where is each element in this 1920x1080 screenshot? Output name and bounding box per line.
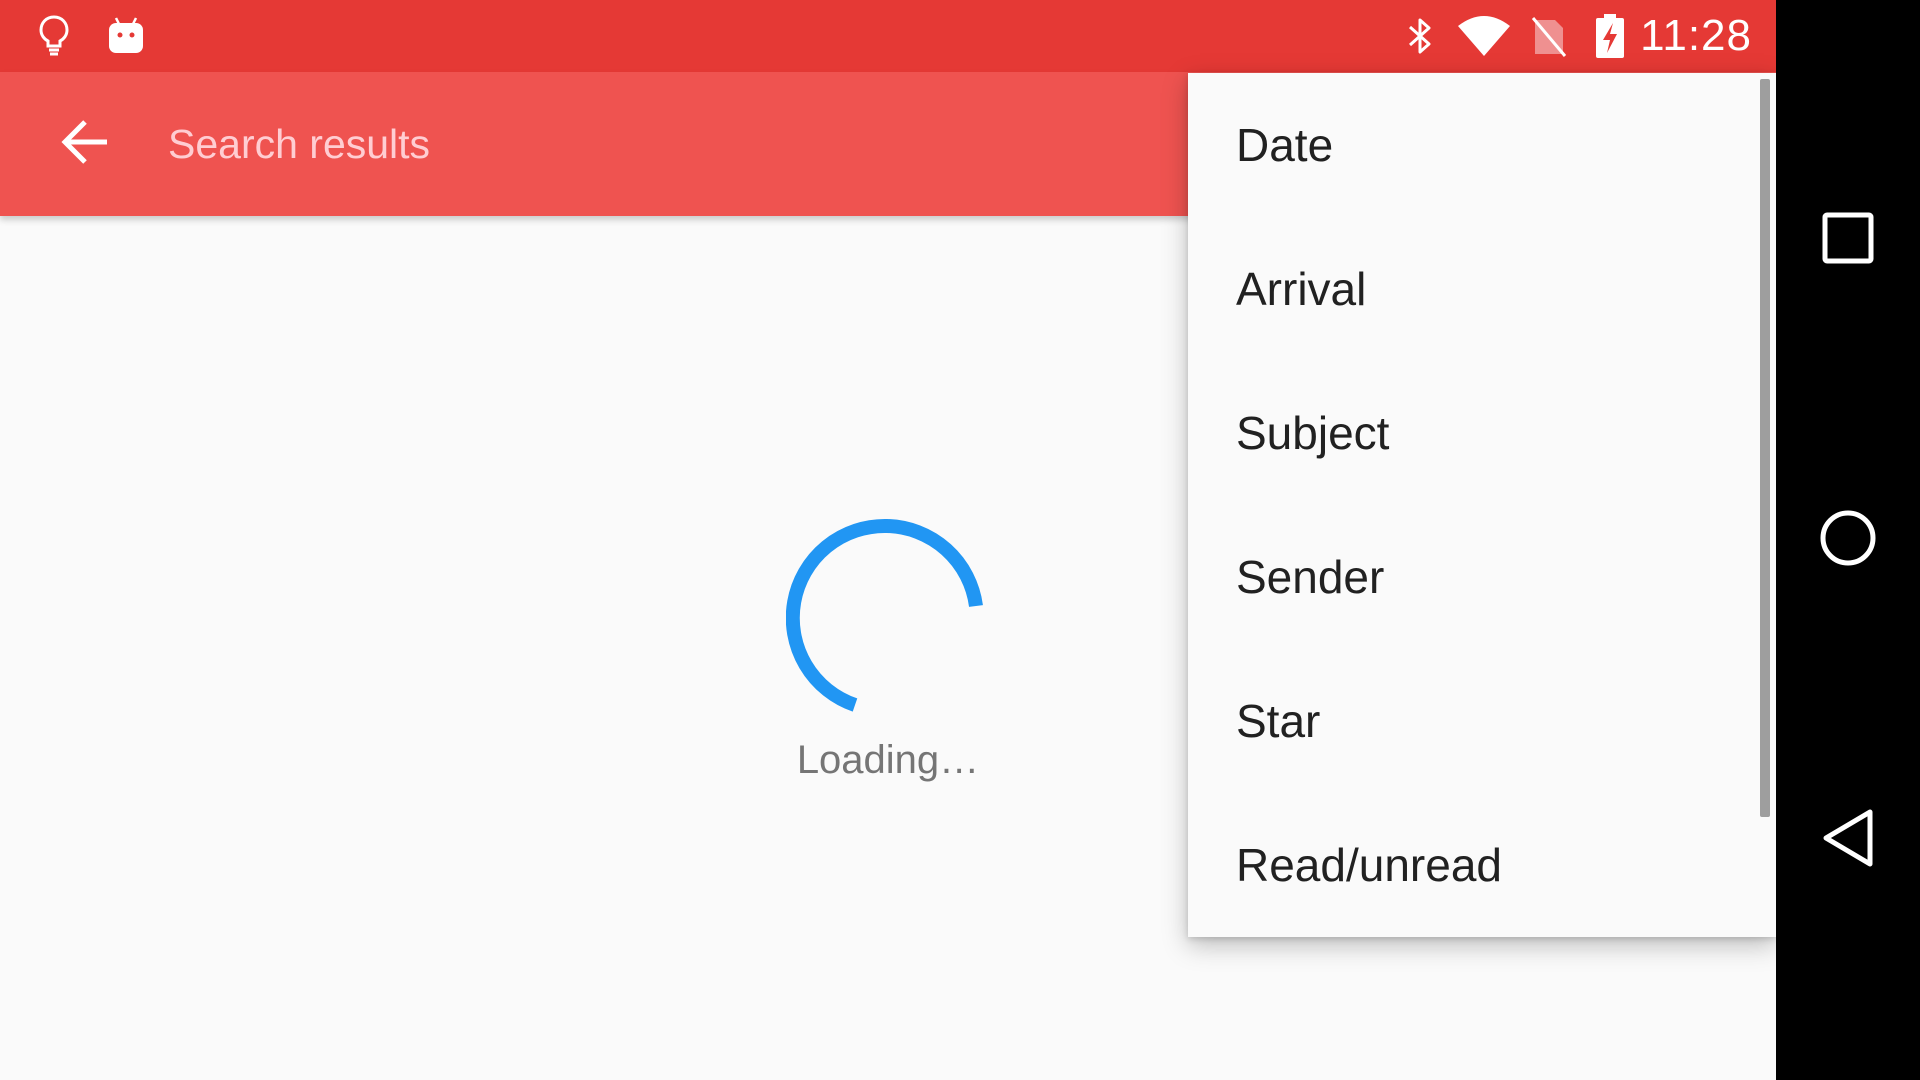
- status-time: 11:28: [1640, 11, 1752, 60]
- back-triangle-icon: [1820, 808, 1876, 873]
- menu-item-sender[interactable]: Sender: [1188, 505, 1776, 649]
- recents-square-icon: [1822, 212, 1874, 269]
- menu-item-star[interactable]: Star: [1188, 649, 1776, 793]
- lightbulb-icon: [34, 0, 74, 72]
- arrow-back-icon: [59, 118, 111, 171]
- sort-menu: Date Arrival Subject Sender Star Read/un…: [1188, 73, 1776, 937]
- bluetooth-icon: [1400, 0, 1440, 72]
- back-button[interactable]: [40, 108, 130, 180]
- status-bar: 11:28: [0, 0, 1776, 72]
- home-button[interactable]: [1776, 468, 1920, 612]
- loading-spinner: [786, 519, 983, 712]
- home-circle-icon: [1819, 509, 1877, 572]
- app-screen: 11:28 Search results Loading… Date Arriv…: [0, 0, 1776, 1080]
- menu-item-arrival[interactable]: Arrival: [1188, 217, 1776, 361]
- no-sim-icon: [1528, 0, 1570, 72]
- menu-scrollbar[interactable]: [1760, 79, 1770, 817]
- menu-item-date[interactable]: Date: [1188, 73, 1776, 217]
- android-icon: [106, 0, 146, 72]
- menu-item-subject[interactable]: Subject: [1188, 361, 1776, 505]
- page-title: Search results: [168, 121, 431, 167]
- recents-button[interactable]: [1776, 168, 1920, 312]
- navigation-bar: [1776, 0, 1920, 1080]
- menu-item-read-unread[interactable]: Read/unread: [1188, 793, 1776, 937]
- battery-charging-icon: [1590, 0, 1630, 72]
- back-nav-button[interactable]: [1776, 768, 1920, 912]
- wifi-icon: [1454, 0, 1514, 72]
- loading-text: Loading…: [796, 738, 980, 782]
